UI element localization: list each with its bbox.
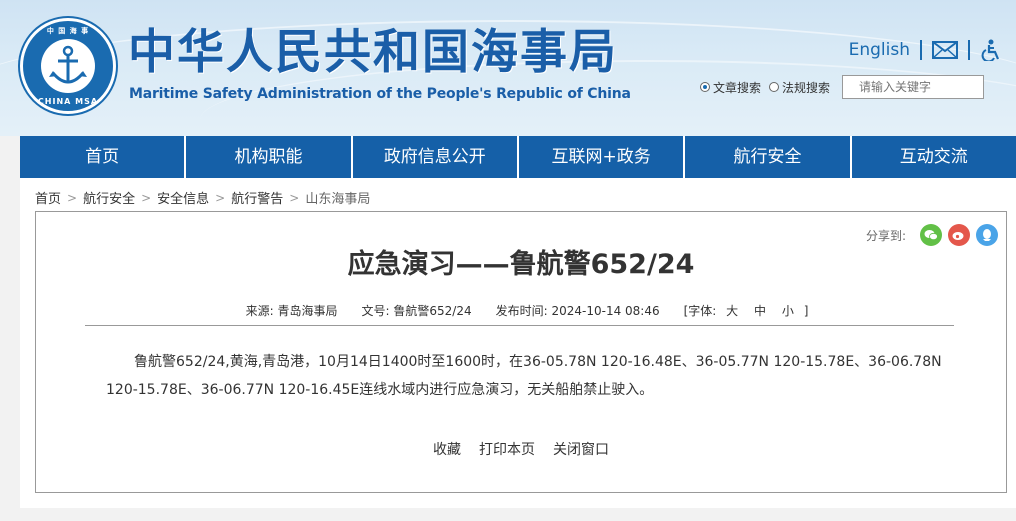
mail-icon[interactable] (932, 41, 958, 59)
site-title-cn: 中华人民共和国海事局 (128, 25, 618, 80)
main-nav: 首页 机构职能 政府信息公开 互联网+政务 航行安全 互动交流 (20, 136, 1016, 178)
chevron-right-icon: > (289, 190, 300, 205)
site-header: 中 国 海 事 CHINA MSA 中华人民共和国海事局 Maritime Sa… (0, 0, 1016, 136)
doc-no-label: 文号: (361, 304, 390, 318)
article-actions: 收藏 打印本页 关闭窗口 (36, 439, 1006, 459)
breadcrumb-item[interactable]: 航行安全 (83, 188, 135, 207)
breadcrumb-item[interactable]: 首页 (35, 188, 61, 207)
main-content: 首页 > 航行安全 > 安全信息 > 航行警告 > 山东海事局 分享到: 应急演… (20, 178, 1016, 508)
radio-button[interactable] (769, 82, 780, 92)
nav-item-home[interactable]: 首页 (20, 136, 187, 178)
article-body: 鲁航警652/24,黄海,青岛港，10月14日1400时至1600时，在36-0… (106, 354, 942, 398)
source-value: 青岛海事局 (277, 304, 338, 318)
collect-link[interactable]: 收藏 (433, 439, 461, 459)
nav-item-navigation-safety[interactable]: 航行安全 (685, 136, 852, 178)
chevron-right-icon: > (67, 190, 78, 205)
logo-ring-bottom-text: CHINA MSA (37, 97, 99, 106)
font-size-label: [字体: (683, 304, 717, 318)
doc-no-meta: 文号: 鲁航警652/24 (362, 302, 472, 319)
article-title: 应急演习——鲁航警652/24 (347, 249, 695, 280)
chevron-right-icon: > (215, 190, 226, 205)
title-divider (85, 325, 954, 326)
article-panel: 分享到: 应急演习——鲁航警652/24 来源: 青岛海事局 文号: 鲁航警65… (35, 211, 1007, 493)
divider (920, 40, 922, 60)
chevron-right-icon: > (141, 190, 152, 205)
nav-item-interaction[interactable]: 互动交流 (852, 136, 1016, 178)
close-window-link[interactable]: 关闭窗口 (553, 439, 609, 459)
font-size-control: [字体: 大 中 小 ] (684, 302, 809, 319)
page-bottom (0, 508, 1016, 521)
breadcrumb-item[interactable]: 安全信息 (157, 188, 209, 207)
breadcrumb: 首页 > 航行安全 > 安全信息 > 航行警告 > 山东海事局 (35, 188, 370, 208)
site-title-en: Maritime Safety Administration of the Pe… (129, 86, 631, 102)
top-links: English (849, 37, 1002, 63)
source-label: 来源: (245, 304, 274, 318)
msa-logo[interactable]: 中 国 海 事 CHINA MSA (20, 18, 116, 114)
radio-law-search[interactable]: 法规搜索 (769, 79, 830, 96)
english-link[interactable]: English (849, 40, 910, 60)
publish-value: 2024-10-14 08:46 (551, 304, 660, 318)
article-meta: 来源: 青岛海事局 文号: 鲁航警652/24 发布时间: 2024-10-14… (36, 302, 1006, 319)
font-large-button[interactable]: 大 (726, 304, 738, 318)
nav-item-internet-services[interactable]: 互联网+政务 (519, 136, 686, 178)
publish-label: 发布时间: (495, 304, 548, 318)
search-input[interactable] (842, 75, 985, 99)
logo-ring-top-text: 中 国 海 事 (46, 27, 90, 35)
radio-button[interactable] (700, 82, 710, 92)
radio-label: 文章搜索 (713, 80, 762, 95)
anchor-icon (49, 45, 87, 84)
search-bar: 文章搜索 法规搜索 (700, 75, 985, 99)
logo-inner (41, 39, 95, 93)
font-size-close: ] (803, 304, 809, 318)
accessibility-icon[interactable] (980, 39, 1002, 61)
divider (968, 40, 970, 60)
print-link[interactable]: 打印本页 (479, 439, 535, 459)
radio-article-search[interactable]: 文章搜索 (700, 79, 761, 96)
breadcrumb-item[interactable]: 山东海事局 (305, 188, 370, 207)
font-small-button[interactable]: 小 (782, 304, 794, 318)
font-medium-button[interactable]: 中 (754, 304, 766, 318)
radio-label: 法规搜索 (782, 80, 831, 95)
publish-meta: 发布时间: 2024-10-14 08:46 (496, 302, 660, 319)
breadcrumb-item[interactable]: 航行警告 (231, 188, 283, 207)
source-meta: 来源: 青岛海事局 (246, 302, 338, 319)
share-label: 分享到: (865, 228, 906, 243)
nav-item-functions[interactable]: 机构职能 (186, 136, 353, 178)
doc-no-value: 鲁航警652/24 (393, 304, 472, 318)
nav-item-gov-info[interactable]: 政府信息公开 (353, 136, 519, 178)
